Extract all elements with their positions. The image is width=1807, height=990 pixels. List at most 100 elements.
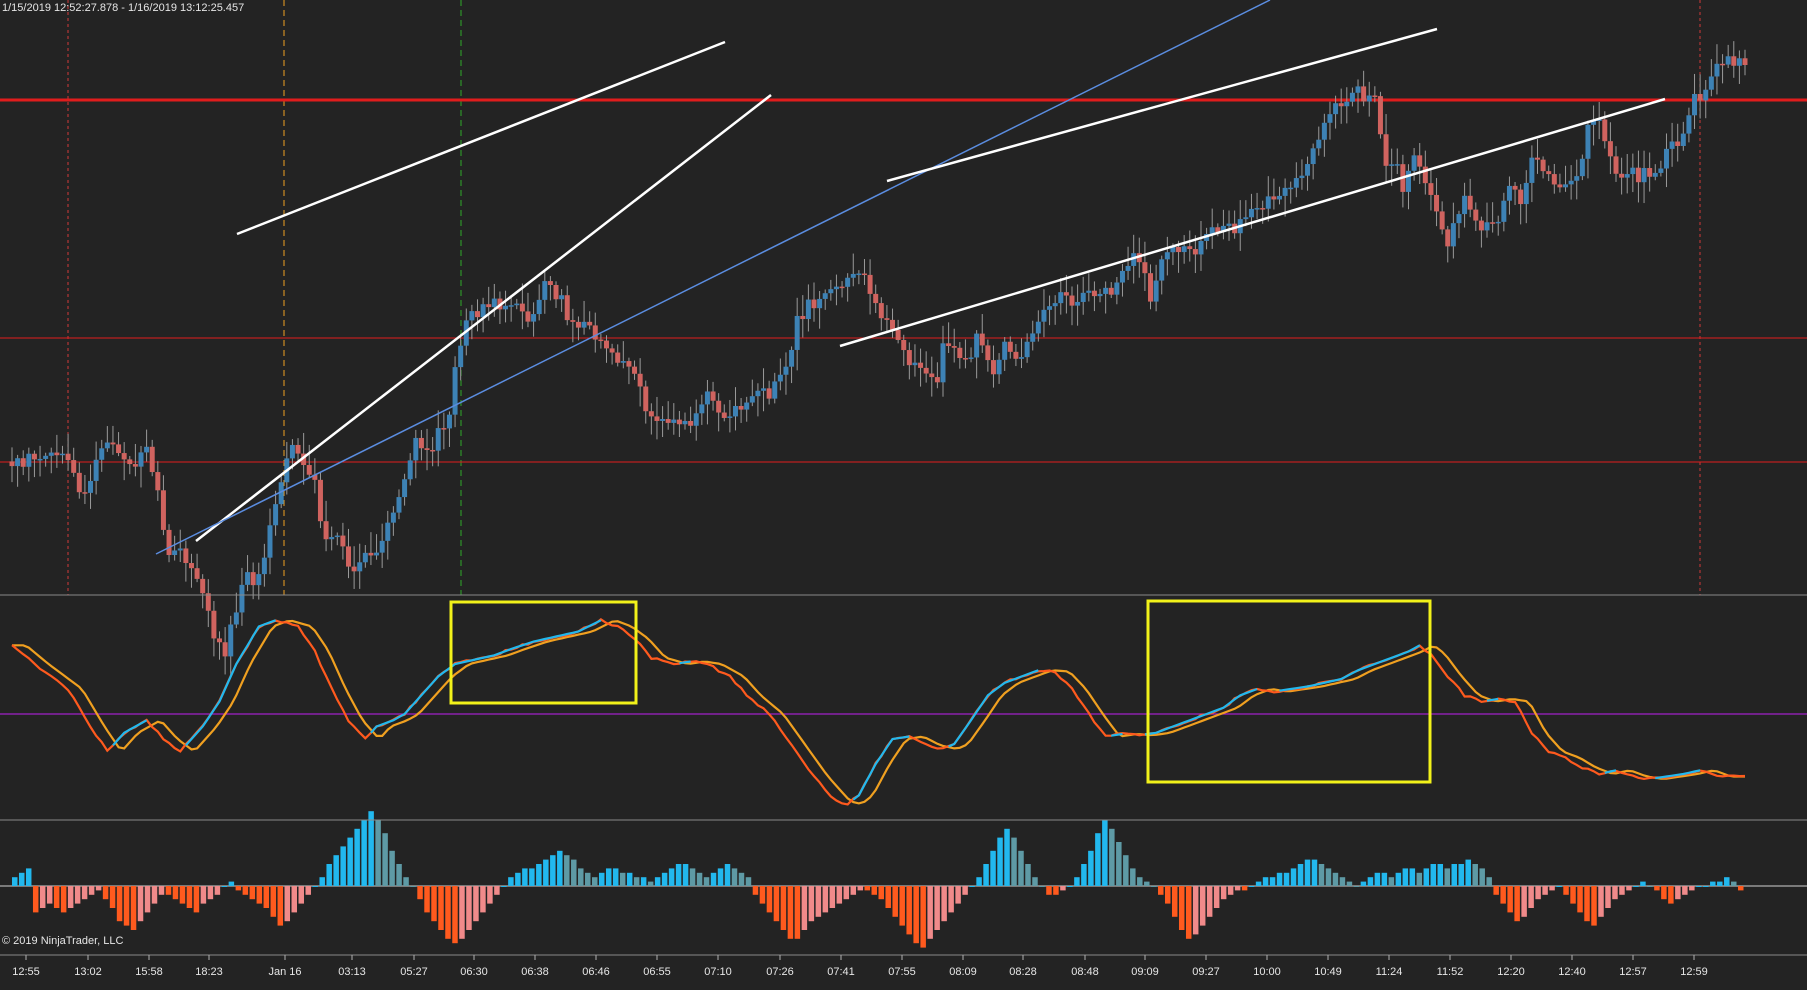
candle-body <box>1635 167 1641 183</box>
candle-body <box>1198 240 1204 255</box>
histogram-bar <box>74 886 81 904</box>
histogram-bar <box>906 886 912 935</box>
histogram-bar <box>410 886 416 887</box>
candle-body <box>76 472 82 493</box>
candle-body <box>699 404 705 414</box>
candle-body <box>1243 217 1249 220</box>
candle-body <box>1103 287 1109 294</box>
histogram-bar <box>221 886 228 887</box>
candle-body <box>895 329 901 340</box>
time-tick-label: 08:48 <box>1071 966 1099 978</box>
histogram-bar <box>1109 828 1115 886</box>
candle-body <box>1316 139 1322 149</box>
candle-body <box>1114 282 1120 295</box>
candle-body <box>155 472 161 491</box>
histogram-bar <box>822 886 829 913</box>
candle-body <box>351 566 357 572</box>
histogram-bar <box>1276 872 1283 886</box>
candle-body <box>839 286 845 289</box>
candle-body <box>626 361 632 367</box>
histogram-bar <box>445 886 451 939</box>
candle-body <box>1506 185 1512 201</box>
candle-body <box>413 437 419 461</box>
candle-body <box>777 374 783 382</box>
histogram-bar <box>724 864 731 886</box>
candle-body <box>514 303 520 306</box>
histogram-bar <box>1158 886 1164 895</box>
histogram-bar <box>1717 881 1723 886</box>
chart-background <box>0 0 1807 985</box>
candle-body <box>48 452 54 456</box>
candle-body <box>211 610 217 639</box>
histogram-bar <box>578 868 584 886</box>
candle-body <box>1248 208 1254 218</box>
candle-body <box>323 521 329 540</box>
histogram-bar <box>829 886 836 908</box>
candle-body <box>374 552 380 556</box>
candle-body <box>688 420 694 426</box>
candle-body <box>228 624 234 657</box>
histogram-bar <box>1144 881 1150 886</box>
candle-body <box>1495 221 1501 224</box>
candle-body <box>1394 164 1400 166</box>
time-tick-label: 07:55 <box>888 966 916 978</box>
histogram-bar <box>1598 886 1604 917</box>
histogram-bar <box>543 859 549 886</box>
time-tick-label: 12:55 <box>12 966 40 978</box>
histogram-bar <box>1116 842 1122 886</box>
candle-body <box>15 458 21 467</box>
histogram-bar <box>361 820 367 886</box>
histogram-bar <box>787 886 794 939</box>
candle-body <box>188 563 194 569</box>
histogram-bar <box>619 872 626 886</box>
histogram-bar <box>1472 864 1478 886</box>
candle-body <box>385 522 391 541</box>
candle-body <box>503 305 509 310</box>
histogram-bar <box>1640 881 1646 886</box>
candle-body <box>149 446 155 473</box>
candle-body <box>1742 58 1748 65</box>
candle-body <box>43 455 49 459</box>
chart-canvas[interactable]: 12:55 13:02 15:58 18:23 Jan 16 03:13 05:27 06:3… <box>0 0 1807 985</box>
candle-body <box>1019 357 1025 359</box>
candle-body <box>177 548 183 551</box>
histogram-bar <box>1039 886 1045 887</box>
histogram-bar <box>1703 886 1709 887</box>
candle-body <box>704 391 710 405</box>
candle-body <box>912 362 918 366</box>
candle-body <box>26 453 32 467</box>
candle-body <box>1456 214 1462 224</box>
histogram-bar <box>955 886 961 904</box>
candle-body <box>1377 96 1383 135</box>
histogram-bar <box>675 864 682 886</box>
candle-body <box>1361 86 1367 102</box>
histogram-bar <box>396 864 402 886</box>
candle-body <box>1703 89 1709 101</box>
histogram-bar <box>277 886 284 926</box>
histogram-bar <box>95 886 102 891</box>
candle-body <box>1445 229 1451 247</box>
candle-body <box>727 416 733 418</box>
histogram-bar <box>892 886 898 917</box>
candle-body <box>772 381 778 399</box>
histogram-bar <box>1053 886 1059 895</box>
candle-body <box>31 453 37 460</box>
candle-body <box>693 413 699 426</box>
histogram-bar <box>1409 868 1416 886</box>
candle-body <box>1119 270 1125 283</box>
candle-body <box>873 293 879 304</box>
candle-body <box>1007 341 1013 352</box>
trading-chart[interactable]: 12:55 13:02 15:58 18:23 Jan 16 03:13 05:27 06:3… <box>0 0 1807 990</box>
histogram-bar <box>368 811 374 886</box>
candle-body <box>1321 122 1327 140</box>
time-tick-label: 15:58 <box>135 966 163 978</box>
candle-body <box>1697 93 1703 101</box>
candle-body <box>205 593 211 611</box>
histogram-bar <box>109 886 116 908</box>
histogram-bar <box>1381 872 1388 886</box>
histogram-bar <box>1619 886 1625 895</box>
candle-body <box>1473 209 1479 221</box>
histogram-bar <box>1018 850 1024 886</box>
candle-body <box>1153 280 1159 302</box>
histogram-bar <box>284 886 291 922</box>
